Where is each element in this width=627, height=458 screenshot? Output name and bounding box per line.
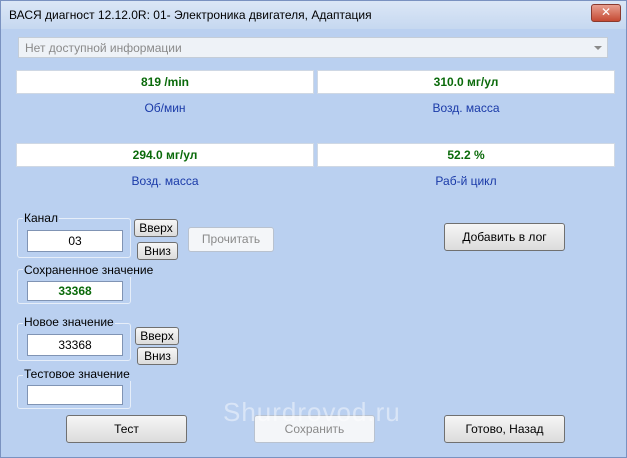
test-button[interactable]: Тест — [66, 415, 187, 443]
close-button[interactable]: ✕ — [591, 4, 621, 22]
reading-air-mass-value: 310.0 мг/ул — [317, 70, 615, 94]
title-bar[interactable]: ВАСЯ диагност 12.12.0R: 01- Электроника … — [1, 1, 626, 29]
reading-air-mass-label: Возд. масса — [432, 101, 500, 115]
reading-air-mass-2-label: Возд. масса — [131, 174, 199, 188]
saved-value-label: Сохраненное значение — [23, 263, 155, 277]
reading-duty-cycle-label: Раб-й цикл — [435, 174, 497, 188]
new-value-up-button[interactable]: Вверх — [135, 327, 179, 345]
info-dropdown[interactable]: Нет доступной информации — [18, 37, 608, 58]
close-icon: ✕ — [600, 5, 612, 19]
adaptation-window: ВАСЯ диагност 12.12.0R: 01- Электроника … — [0, 0, 627, 458]
new-value-input[interactable]: 33368 — [27, 334, 123, 356]
test-value-input[interactable] — [27, 385, 123, 405]
client-area: Нет доступной информации 819 /min Об/мин… — [1, 29, 626, 457]
new-value-down-button[interactable]: Вниз — [137, 347, 178, 365]
new-value-label: Новое значение — [23, 315, 115, 329]
saved-value-field: 33368 — [27, 281, 123, 301]
channel-label: Канал — [23, 211, 59, 225]
chevron-down-icon — [594, 46, 602, 50]
read-button[interactable]: Прочитать — [188, 227, 274, 252]
reading-rpm-value: 819 /min — [16, 70, 314, 94]
reading-rpm-label: Об/мин — [144, 101, 186, 115]
reading-duty-cycle-value: 52.2 % — [317, 143, 615, 167]
watermark-text: Shurdrovod.ru — [223, 397, 401, 427]
test-value-label: Тестовое значение — [23, 367, 131, 381]
reading-air-mass-2-value: 294.0 мг/ул — [16, 143, 314, 167]
add-to-log-button[interactable]: Добавить в лог — [444, 223, 565, 251]
window-title: ВАСЯ диагност 12.12.0R: 01- Электроника … — [9, 8, 372, 22]
info-dropdown-value: Нет доступной информации — [25, 41, 182, 55]
channel-down-button[interactable]: Вниз — [137, 242, 178, 260]
channel-input[interactable]: 03 — [27, 230, 123, 252]
channel-up-button[interactable]: Вверх — [134, 219, 178, 237]
done-back-button[interactable]: Готово, Назад — [444, 415, 565, 443]
